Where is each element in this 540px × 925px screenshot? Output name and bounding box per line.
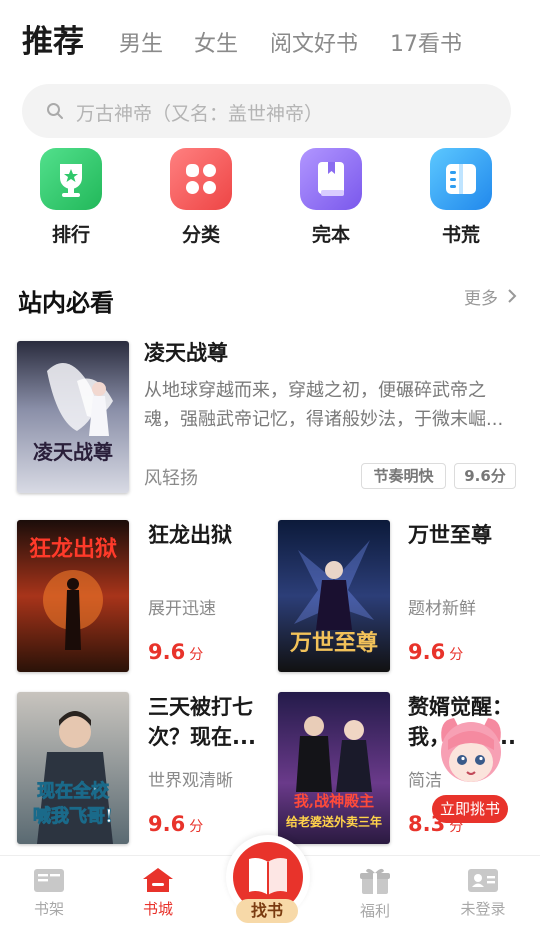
featured-book-title[interactable]: 凌天战尊 [144,338,228,368]
book-score-santian: 9.6 分 [148,812,204,836]
tab-female[interactable]: 女生 [194,26,238,58]
book-sub-kuanglong: 展开迅速 [148,599,216,619]
search-bar[interactable]: 万古神帝（又名：盖世神帝） [22,84,511,138]
book-score-wanshi: 9.6 分 [408,640,464,664]
tab-recommend[interactable]: 推荐 [22,16,84,61]
nav-bookshelf-label: 书架 [33,900,64,918]
book-sub-santian: 世界观清晰 [148,771,233,791]
section-title: 站内必看 [18,289,114,317]
book-sub-wanshi: 题材新鲜 [408,599,476,619]
nav-welfare[interactable]: 福利 [345,866,405,921]
featured-book-score: 9.6分 [454,463,516,489]
search-placeholder: 万古神帝（又名：盖世神帝） [76,103,324,125]
book-cover-kuanglong[interactable]: 狂龙出狱 [17,520,129,672]
pick-book-button[interactable]: 立即挑书 [432,795,508,823]
featured-book-desc-line1: 从地球穿越而来，穿越之初，便碾碎武帝之 [144,380,486,401]
book-cover-zhuixu[interactable]: 我,战神殿主 给老婆送外卖三年 [278,692,390,844]
tab-male[interactable]: 男生 [119,26,163,58]
category-ranking-label: 排行 [51,224,90,246]
featured-book-cover[interactable]: 凌天战尊 [17,341,129,493]
zhuixu-cover-text-2: 给老婆送外卖三年 [286,814,382,829]
featured-cover-title: 凌天战尊 [33,440,113,464]
featured-book-tag: 节奏明快 [361,463,446,489]
nav-profile-label: 未登录 [460,900,506,918]
book-title-kuanglong[interactable]: 狂龙出狱 [148,520,232,550]
chevron-right-icon[interactable] [507,288,517,304]
featured-book-author: 风轻扬 [144,468,198,489]
category-completed-label: 完本 [311,224,350,246]
kuanglong-cover-title: 狂龙出狱 [29,536,117,562]
find-book-label[interactable]: 找书 [236,899,298,923]
tab-17-kanshu[interactable]: 17看书 [390,26,462,58]
book-title-santian-line2[interactable]: 次？现在... [148,722,256,752]
zhuixu-cover-text-1: 我,战神殿主 [294,792,374,810]
mascot-icon[interactable] [434,712,508,808]
santian-cover-text-1: 现在全校 [37,780,110,802]
nav-welfare-label: 福利 [359,902,390,920]
book-cover-santian[interactable]: 现在全校 喊我飞哥! [17,692,129,844]
tab-yuewen-good-books[interactable]: 阅文好书 [270,26,358,58]
more-link[interactable]: 更多 [464,284,498,309]
category-ranking[interactable]: 排行 [40,148,102,247]
grid-icon [170,148,232,210]
search-icon [47,103,63,119]
book-score-kuanglong: 9.6 分 [148,640,204,664]
nav-profile[interactable]: 未登录 [453,866,513,919]
category-classify-label: 分类 [181,224,220,246]
nav-bookshelf[interactable]: 书架 [19,866,79,919]
book-title-wanshi[interactable]: 万世至尊 [408,520,492,550]
book-title-santian-line1[interactable]: 三天被打七 [148,692,253,722]
bookshelf-icon [34,869,64,892]
gift-icon [360,868,390,894]
category-classify[interactable]: 分类 [170,148,232,247]
category-book-shortage[interactable]: 书荒 [430,148,492,247]
top-tab-bar: 推荐 男生 女生 阅文好书 17看书 [0,0,540,80]
nav-bookstore[interactable]: 书城 [128,866,188,919]
featured-book-desc-line2: 魂，强融武帝记忆，得诸般妙法，于微末崛... [144,409,504,430]
store-home-icon [143,868,173,892]
trophy-icon [40,148,102,210]
book-bookmark-icon [300,148,362,210]
book-cover-wanshi[interactable]: 万世至尊 [278,520,390,672]
category-book-shortage-label: 书荒 [441,224,480,246]
nav-bookstore-label: 书城 [142,900,173,918]
profile-card-icon [468,869,498,892]
santian-cover-text-2: 喊我飞哥! [33,805,113,827]
category-completed[interactable]: 完本 [300,148,362,247]
open-book-icon [430,148,492,210]
wanshi-cover-title: 万世至尊 [289,630,378,656]
